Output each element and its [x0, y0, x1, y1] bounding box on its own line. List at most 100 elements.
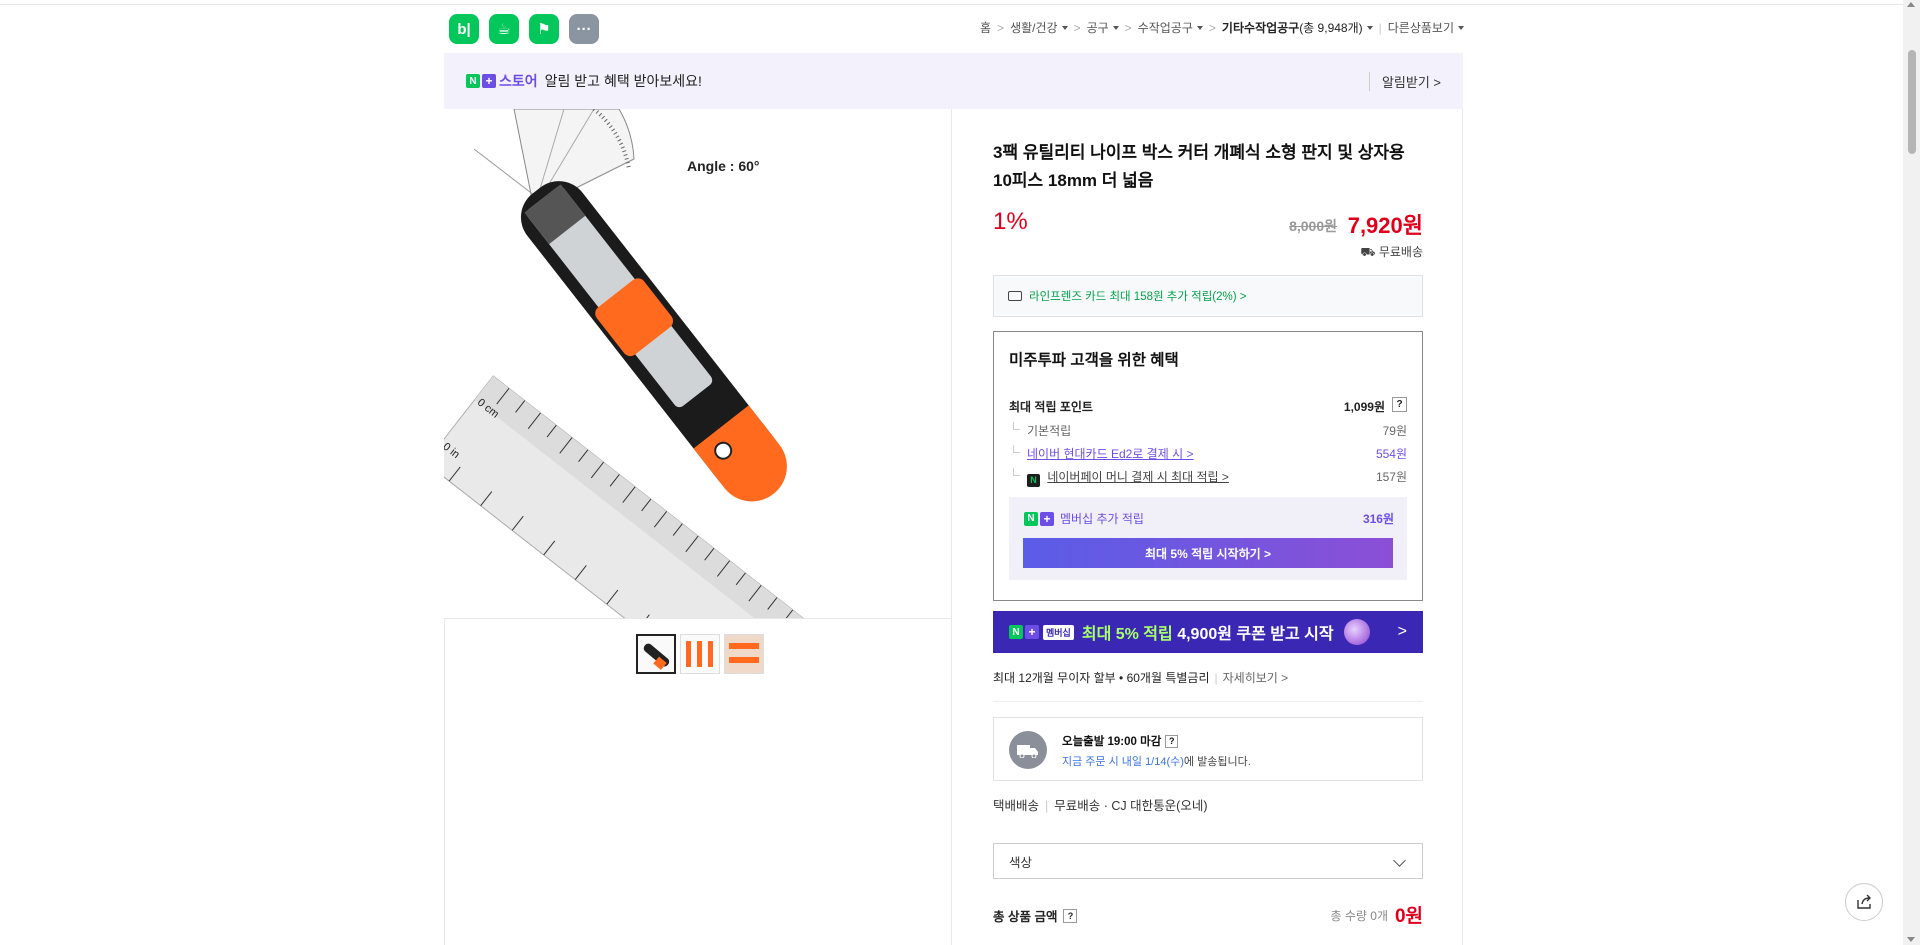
- top-border: [0, 0, 1920, 5]
- total-quantity: 총 수량 0개: [1330, 909, 1388, 923]
- membership-label-row: N + 멤버십 추가 적립: [1024, 510, 1144, 527]
- naver-plus-badge-icon: N +: [466, 74, 496, 88]
- hyundai-card-row[interactable]: 네이버 현대카드 Ed2로 결제 시 > 554원: [1009, 445, 1407, 462]
- credit-card-icon: [1008, 291, 1022, 301]
- breadcrumb-separator: >: [1124, 20, 1132, 35]
- store-message: 알림 받고 혜택 받아보세요!: [544, 73, 702, 89]
- blog-app-icon[interactable]: b|: [449, 14, 479, 44]
- breadcrumb-count[interactable]: (총 9,948개): [1299, 19, 1372, 36]
- breadcrumb-separator: >: [1073, 20, 1081, 35]
- free-shipping-label: ⛟ 무료배송: [993, 243, 1423, 261]
- product-image-area: Angle : 60° 0 cm 0 in: [444, 109, 952, 945]
- hyundai-card-value: 554원: [1375, 447, 1407, 461]
- help-icon[interactable]: ?: [1165, 734, 1179, 748]
- naver-plus-badge-icon: N +: [1009, 625, 1039, 639]
- total-label: 총 상품 금액: [993, 910, 1058, 924]
- thumbnail-2[interactable]: [680, 634, 720, 674]
- shipping-info: 택배배송 | 무료배송 · CJ 대한통운(오네): [993, 795, 1423, 814]
- breadcrumb-home[interactable]: 홈: [980, 19, 991, 36]
- store-label: 스토어: [499, 73, 538, 89]
- section-divider: [993, 701, 1423, 702]
- breadcrumb: 홈 > 생활/건강 > 공구 > 수작업공구 > 기타수작업공구 (총 9,94…: [980, 19, 1464, 36]
- dispatch-title: 오늘출발 19:00 마감: [1062, 736, 1162, 748]
- more-apps-icon[interactable]: ···: [569, 14, 599, 44]
- membership-promo-banner[interactable]: N + 멤버십 최대 5% 적립 4,900원 쿠폰 받고 시작 >: [993, 611, 1423, 653]
- today-dispatch-box: 오늘출발 19:00 마감 ? 지금 주문 시 내일 1/14(수)에 발송됩니…: [993, 717, 1423, 781]
- benefit-title: 미주투파 고객을 위한 혜택: [1009, 352, 1179, 369]
- membership-start-button[interactable]: 최대 5% 적립 시작하기 >: [1023, 538, 1393, 568]
- product-main-image[interactable]: Angle : 60° 0 cm 0 in: [444, 109, 951, 619]
- discount-rate: 1%: [993, 208, 1028, 235]
- thumbnail-3[interactable]: [724, 634, 764, 674]
- share-button[interactable]: [1845, 883, 1883, 921]
- product-title: 3팩 유틸리티 나이프 박스 커터 개폐식 소형 판지 및 상자용 10피스 1…: [993, 143, 1405, 190]
- scrollbar-thumb[interactable]: [1908, 50, 1916, 154]
- breadcrumb-level3[interactable]: 수작업공구: [1138, 19, 1203, 36]
- cafe-app-icon[interactable]: ☕: [489, 14, 519, 44]
- promo-orb-icon: [1343, 619, 1370, 645]
- membership-tag: 멤버십: [1043, 624, 1074, 640]
- shipping-fee: 무료배송: [1054, 799, 1101, 813]
- alarm-subscribe-button[interactable]: 알림받기 >: [1368, 72, 1441, 91]
- npay-money-link[interactable]: 네이버페이 머니 결제 시 최대 적립 >: [1047, 470, 1229, 484]
- dispatch-rest: 에 발송됩니다.: [1183, 756, 1251, 768]
- dispatch-title-row: 오늘출발 19:00 마감 ?: [1062, 733, 1179, 749]
- benefit-box: 미주투파 고객을 위한 혜택 최대 적립 포인트 1,099원 ? 기본적립 7…: [993, 331, 1423, 601]
- chevron-right-icon: >: [1397, 623, 1407, 640]
- delivery-truck-icon: [1009, 731, 1047, 769]
- basic-points-value: 79원: [1382, 424, 1407, 438]
- naver-plus-badge-icon: N +: [1024, 511, 1054, 526]
- thumbnail-strip: [636, 634, 764, 674]
- npay-icon: N: [1027, 473, 1040, 487]
- max-points-value: 1,099원: [1343, 400, 1385, 414]
- ruler-shape: 0 cm 0 in: [444, 375, 841, 618]
- truck-icon: ⛟: [1360, 245, 1376, 259]
- breadcrumb-current[interactable]: 기타수작업공구: [1222, 19, 1299, 36]
- share-icon: [1857, 894, 1871, 909]
- promo-highlight: 최대 5% 적립: [1081, 626, 1173, 643]
- membership-value: 316원: [1362, 512, 1394, 526]
- scroll-down-arrow-icon[interactable]: [1907, 937, 1915, 942]
- shipping-carrier: · CJ 대한통운(오네): [1103, 799, 1208, 813]
- app-shortcuts: b| ☕ ⚑ ···: [449, 14, 599, 44]
- color-option-select[interactable]: 색상: [993, 843, 1423, 879]
- breadcrumb-level2[interactable]: 공구: [1087, 19, 1119, 36]
- shipping-method: 택배배송: [993, 799, 1040, 813]
- angle-label: Angle : 60°: [687, 158, 760, 174]
- page-scrollbar[interactable]: [1903, 0, 1920, 945]
- breadcrumb-separator: >: [1208, 20, 1216, 35]
- help-icon[interactable]: ?: [1063, 908, 1078, 923]
- scroll-up-arrow-icon[interactable]: [1907, 2, 1915, 7]
- utility-knife-image: Angle : 60° 0 cm 0 in: [444, 109, 841, 618]
- help-icon[interactable]: ?: [1392, 397, 1407, 412]
- membership-label: 멤버십 추가 적립: [1060, 512, 1144, 526]
- installment-text: 최대 12개월 무이자 할부 • 60개월 특별금리: [993, 671, 1210, 685]
- total-label-row: 총 상품 금액 ?: [993, 906, 1078, 925]
- thumbnail-1[interactable]: [636, 634, 676, 674]
- npay-money-row[interactable]: N 네이버페이 머니 결제 시 최대 적립 > 157원: [1009, 468, 1407, 487]
- breadcrumb-separator: >: [997, 20, 1005, 35]
- chevron-down-icon: [1393, 854, 1406, 867]
- basic-points-row: 기본적립 79원: [1009, 422, 1407, 439]
- max-points-row: 최대 적립 포인트 1,099원 ?: [1009, 397, 1407, 415]
- installment-more-link[interactable]: 자세히보기 >: [1223, 671, 1289, 685]
- bookmark-app-icon[interactable]: ⚑: [529, 14, 559, 44]
- card-offer-text: 라인프렌즈 카드 최대 158원 추가 적립(2%) >: [1029, 291, 1247, 303]
- divider: |: [1045, 799, 1049, 813]
- dispatch-date: 지금 주문 시 내일 1/14(수): [1062, 756, 1184, 768]
- installment-info: 최대 12개월 무이자 할부 • 60개월 특별금리 | 자세히보기 >: [993, 669, 1423, 686]
- divider: |: [1214, 671, 1218, 685]
- hyundai-card-link[interactable]: 네이버 현대카드 Ed2로 결제 시 >: [1027, 447, 1193, 461]
- divider: |: [1378, 20, 1382, 35]
- card-offer-box[interactable]: 라인프렌즈 카드 최대 158원 추가 적립(2%) >: [993, 275, 1423, 317]
- original-price: 8,000원: [1289, 218, 1337, 234]
- total-amount: 0원: [1394, 906, 1423, 927]
- other-products-link[interactable]: 다른상품보기: [1388, 19, 1464, 36]
- basic-points-label: 기본적립: [1027, 424, 1072, 438]
- promo-rest: 4,900원 쿠폰 받고 시작: [1172, 626, 1334, 643]
- shipping-text: 무료배송: [1378, 245, 1423, 259]
- breadcrumb-level1[interactable]: 생활/건강: [1010, 19, 1068, 36]
- npay-money-value: 157원: [1375, 470, 1407, 484]
- total-price-row: 총 상품 금액 ? 총 수량 0개 0원: [993, 901, 1423, 927]
- select-placeholder: 색상: [1009, 855, 1033, 870]
